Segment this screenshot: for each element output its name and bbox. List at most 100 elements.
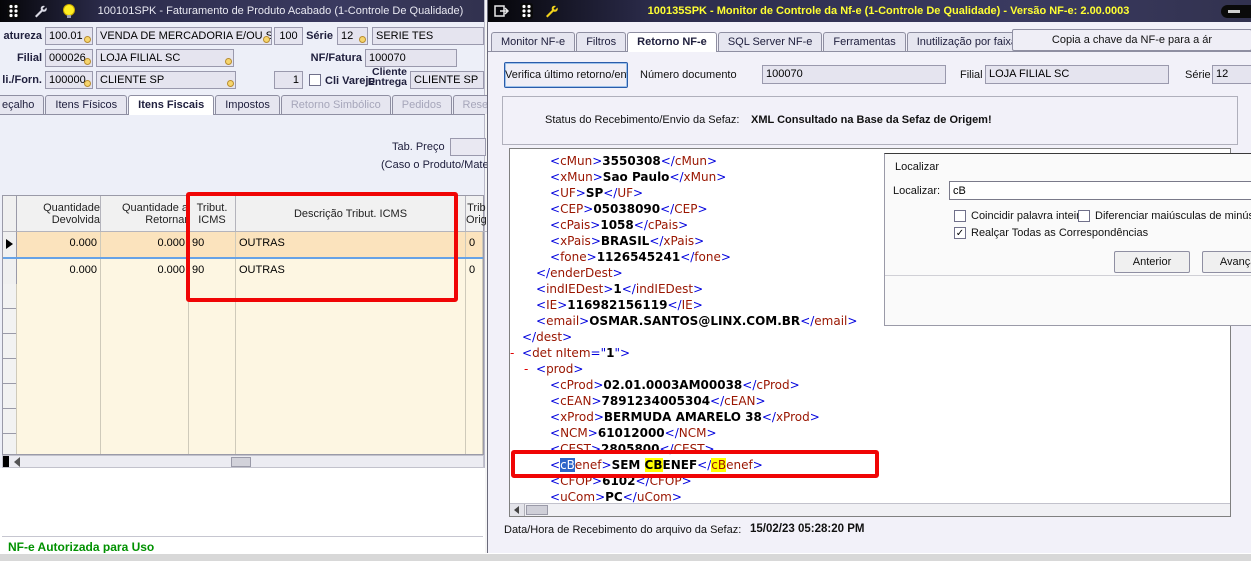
localizar-field-label: Localizar: xyxy=(893,185,941,197)
cell-trib-orig: 0 xyxy=(466,232,483,257)
col-descricao-trib-icms[interactable]: Descrição Tribut. ICMS xyxy=(236,196,466,232)
current-row-arrow-icon xyxy=(6,239,13,249)
avancar-button[interactable]: Avançar xyxy=(1202,251,1251,273)
col-trib-icms[interactable]: Tribut. ICMS xyxy=(189,196,236,232)
match-case-label: Diferenciar maiúsculas de minúscula xyxy=(1095,210,1251,222)
table-row[interactable]: 0.000 0.000 90 OUTRAS 0 xyxy=(3,232,483,259)
itens-fiscais-grid: Quantidade Devolvida Quantidade a Retorn… xyxy=(2,195,488,455)
grid-header-row: Quantidade Devolvida Quantidade a Retorn… xyxy=(3,196,488,232)
numero-documento-label: Número documento xyxy=(640,69,737,81)
verify-sefaz-button[interactable]: Verifica último retorno/envio Sefaz xyxy=(504,62,628,88)
copy-nfe-key-button[interactable]: Copia a chave da NF-e para a ár xyxy=(1012,29,1251,51)
cliente-entrega-field[interactable]: CLIENTE SP xyxy=(410,71,484,89)
match-case-checkbox[interactable] xyxy=(1078,210,1090,222)
traffic-light-icon xyxy=(6,3,21,19)
natureza-code-field[interactable]: 100.01 xyxy=(45,27,93,45)
cli-forn-label: li./Forn. xyxy=(2,74,42,86)
whole-word-label: Coincidir palavra inteira xyxy=(971,210,1086,222)
xml-horizontal-scrollbar[interactable] xyxy=(510,503,1230,516)
cell-descricao: OUTRAS xyxy=(236,259,466,284)
tab-preco-label: Tab. Preço xyxy=(392,141,445,153)
grid-empty-area xyxy=(3,284,483,454)
bottom-edge-strip xyxy=(0,553,1251,561)
anterior-button[interactable]: Anterior xyxy=(1114,251,1190,273)
sefaz-status-label: Status do Recebimento/Envio da Sefaz: xyxy=(545,114,740,126)
left-titlebar: 100101SPK - Faturamento de Produto Acaba… xyxy=(0,0,484,22)
dialog-separator xyxy=(885,275,1251,276)
natureza-desc-field[interactable]: VENDA DE MERCADORIA E/OU SERVI xyxy=(96,27,272,45)
match-case-option[interactable]: Diferenciar maiúsculas de minúscula xyxy=(1078,210,1251,222)
serie-field[interactable]: 12 xyxy=(1212,65,1251,84)
serie-label: Série xyxy=(306,30,333,42)
highlight-all-option[interactable]: ✓ Realçar Todas as Correspondências xyxy=(954,227,1148,239)
serie-desc-field[interactable]: SERIE TES xyxy=(372,27,484,45)
filial-desc-field[interactable]: LOJA FILIAL SC xyxy=(96,49,234,67)
tab-retorno-simbolico: Retorno Simbólico xyxy=(280,95,391,114)
natureza-extra-field[interactable]: 100 xyxy=(274,27,303,45)
cell-descricao: OUTRAS xyxy=(236,232,466,257)
tab-sql-server-nfe[interactable]: SQL Server NF-e xyxy=(717,32,823,51)
filial-label: Filial xyxy=(16,52,42,64)
datahora-value: 15/02/23 05:28:20 PM xyxy=(750,523,865,535)
col-qtd-retornar[interactable]: Quantidade a Retornar xyxy=(101,196,189,232)
grid-horizontal-scrollbar[interactable] xyxy=(2,455,484,468)
tab-preco-note: (Caso o Produto/Materi xyxy=(381,159,495,171)
datahora-label: Data/Hora de Recebimento do arquivo da S… xyxy=(504,524,742,536)
tab-retorno-nfe[interactable]: Retorno NF-e xyxy=(627,32,717,52)
nf-fatura-field[interactable]: 100070 xyxy=(365,49,457,67)
cli-forn-code-field[interactable]: 100000 xyxy=(45,71,93,89)
row-selector xyxy=(3,232,17,257)
tab-inutilizacao-por-faixa[interactable]: Inutilização por faixa xyxy=(906,32,1028,51)
tab-monitor-nfe[interactable]: Monitor NF-e xyxy=(491,32,576,51)
scroll-left-arrow-icon[interactable] xyxy=(14,456,20,467)
natureza-label: atureza xyxy=(3,30,42,42)
cell-qtd-retornar: 0.000 xyxy=(101,259,189,284)
cli-extra-field[interactable]: 1 xyxy=(274,71,303,89)
cell-trib-orig: 0 xyxy=(466,259,483,284)
dialog-title: Localizar xyxy=(895,161,940,173)
desktop: 100101SPK - Faturamento de Produto Acaba… xyxy=(0,0,1251,561)
numero-documento-field[interactable]: 100070 xyxy=(762,65,946,84)
table-row[interactable]: 0.000 0.000 90 OUTRAS 0 xyxy=(3,259,483,284)
scrollbar-thumb[interactable] xyxy=(526,505,548,515)
minimize-button[interactable] xyxy=(1221,4,1251,18)
sefaz-status-value: XML Consultado na Base da Sefaz de Orige… xyxy=(751,114,992,126)
filial-field[interactable]: LOJA FILIAL SC xyxy=(985,65,1169,84)
filial-code-field[interactable]: 000026 xyxy=(45,49,93,67)
scrollbar-mark xyxy=(3,456,9,467)
cli-varejo-checkbox[interactable] xyxy=(309,74,321,86)
whole-word-option[interactable]: Coincidir palavra inteira xyxy=(954,210,1086,222)
tab-filtros[interactable]: Filtros xyxy=(576,32,627,51)
export-window-icon xyxy=(494,4,510,18)
search-input[interactable] xyxy=(949,181,1251,200)
tab-itens-fiscais[interactable]: Itens Fiscais xyxy=(128,95,215,115)
tab-ferramentas[interactable]: Ferramentas xyxy=(823,32,906,51)
scrollbar-thumb[interactable] xyxy=(231,457,251,467)
tab-preco-field-1[interactable] xyxy=(450,138,486,156)
right-titlebar: 100135SPK - Monitor de Controle da Nf-e … xyxy=(488,0,1251,22)
grid-selector-header xyxy=(3,196,17,232)
whole-word-checkbox[interactable] xyxy=(954,210,966,222)
cell-qtd-retornar: 0.000 xyxy=(101,232,189,257)
highlight-all-checkbox[interactable]: ✓ xyxy=(954,227,966,239)
row-selector xyxy=(3,259,17,284)
right-window-title: 100135SPK - Monitor de Controle da Nf-e … xyxy=(647,5,1130,17)
wrench-icon xyxy=(33,4,49,19)
highlight-all-label: Realçar Todas as Correspondências xyxy=(971,227,1149,239)
nfe-status-text: NF-e Autorizada para Uso xyxy=(8,540,155,554)
wrench-icon xyxy=(544,4,560,19)
col-trib-orig[interactable]: Trib Orig xyxy=(466,196,488,232)
cliente-entrega-label: Cliente Entrega xyxy=(367,66,407,88)
filial-label: Filial xyxy=(960,69,983,81)
left-window-title: 100101SPK - Faturamento de Produto Acaba… xyxy=(97,5,464,17)
window-faturamento: 100101SPK - Faturamento de Produto Acaba… xyxy=(0,0,532,554)
serie-field[interactable]: 12 xyxy=(337,27,368,45)
tab-pedidos: Pedidos xyxy=(391,95,452,114)
sefaz-status-panel: Status do Recebimento/Envio da Sefaz: XM… xyxy=(502,96,1238,145)
scroll-left-arrow-icon[interactable] xyxy=(510,504,525,516)
cli-forn-desc-field[interactable]: CLIENTE SP xyxy=(96,71,236,89)
col-qtd-devolvida[interactable]: Quantidade Devolvida xyxy=(17,196,101,232)
tab-impostos[interactable]: Impostos xyxy=(215,95,280,114)
tab-cabecalho[interactable]: eçalho xyxy=(0,95,45,114)
tab-itens-fisicos[interactable]: Itens Físicos xyxy=(45,95,128,114)
